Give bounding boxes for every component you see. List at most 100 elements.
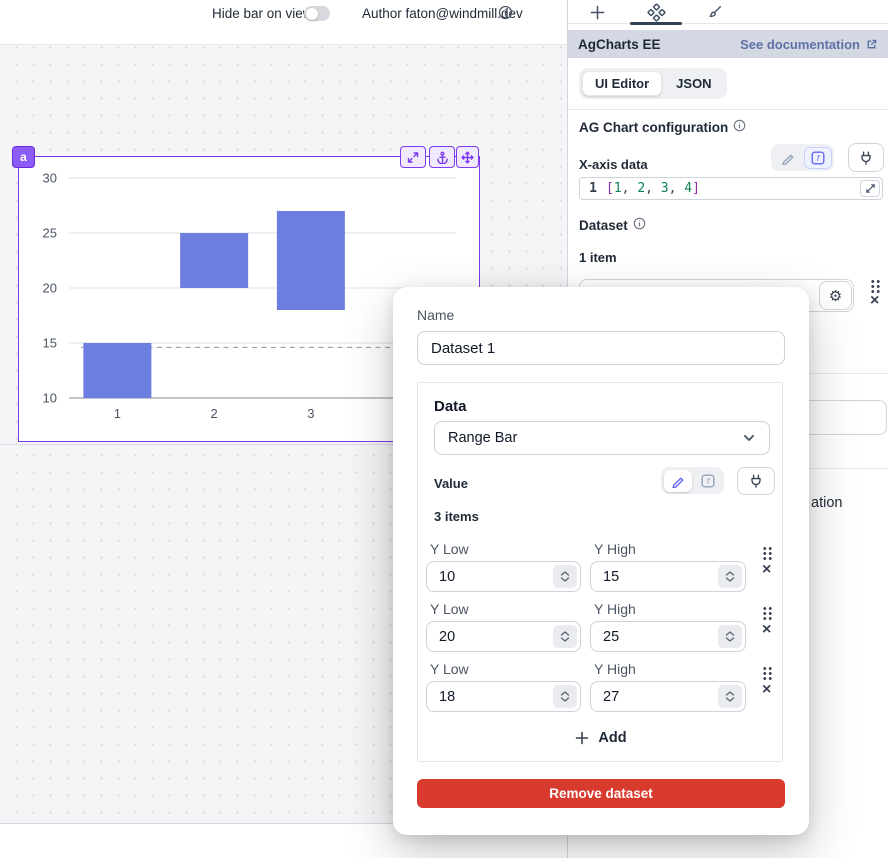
author-info-icon[interactable] xyxy=(498,5,513,25)
static-pencil-button[interactable] xyxy=(664,470,692,492)
row-close-icon[interactable]: × xyxy=(762,623,771,637)
stepper-icon[interactable] xyxy=(718,685,742,708)
range-bar xyxy=(277,211,345,310)
pencil-icon xyxy=(781,151,795,165)
panel-tabbar xyxy=(568,0,888,24)
expand-component-button[interactable] xyxy=(400,146,426,168)
x-axis-label: X-axis data xyxy=(579,157,648,172)
tab-styling[interactable] xyxy=(703,3,725,22)
dataset-drag-handle-icon[interactable] xyxy=(869,278,880,293)
stepper-icon[interactable] xyxy=(553,625,577,648)
brush-icon xyxy=(705,4,723,22)
dataset-gear-button[interactable]: ⚙ xyxy=(819,281,852,310)
dataset-info-icon[interactable] xyxy=(633,217,646,233)
row-drag-handle-icon[interactable] xyxy=(761,665,772,680)
stepper-icon[interactable] xyxy=(718,625,742,648)
hide-bar-toggle[interactable] xyxy=(304,6,330,21)
chart-type-select[interactable]: Range Bar xyxy=(434,421,770,455)
tab-ui-editor[interactable]: UI Editor xyxy=(582,71,662,96)
config-info-icon[interactable] xyxy=(733,119,746,135)
dataset-modal: Name Data Range Bar Value f 3 it xyxy=(393,287,809,835)
y-high-label: Y High xyxy=(594,601,636,617)
stepper-icon[interactable] xyxy=(718,565,742,588)
range-bar xyxy=(83,343,151,398)
function-icon: f xyxy=(701,474,715,488)
row-close-icon[interactable]: × xyxy=(762,563,771,577)
dataset-count: 1 item xyxy=(579,250,617,265)
component-title: AgCharts EE xyxy=(578,37,661,52)
move-icon xyxy=(461,151,474,164)
divider xyxy=(568,109,888,110)
x-tick-label: 3 xyxy=(307,406,314,421)
maximize-icon xyxy=(406,151,420,164)
expand-editor-button[interactable] xyxy=(860,180,880,197)
eval-function-button[interactable]: f xyxy=(694,470,722,492)
topbar: Hide bar on view Author faton@windmill.d… xyxy=(0,0,567,44)
pencil-icon xyxy=(671,474,685,488)
connect-plug-button[interactable] xyxy=(737,467,775,495)
code-line-number: 1 xyxy=(580,181,606,196)
move-component-button[interactable] xyxy=(456,146,479,168)
plug-icon xyxy=(748,473,764,489)
y-low-field xyxy=(426,561,581,592)
config-section-title: AG Chart configuration xyxy=(579,119,746,135)
row-drag-handle-icon[interactable] xyxy=(761,545,772,560)
active-tab-underline xyxy=(630,22,682,25)
y-high-label: Y High xyxy=(594,541,636,557)
connect-plug-button[interactable] xyxy=(848,143,884,172)
stepper-icon[interactable] xyxy=(553,685,577,708)
y-low-label: Y Low xyxy=(430,541,469,557)
expand-diagonal-icon xyxy=(865,183,876,194)
range-bar xyxy=(180,233,248,288)
tab-insert[interactable] xyxy=(586,3,608,22)
dataset-section-title: Dataset xyxy=(579,217,646,233)
x-axis-code-editor[interactable]: 1 [1, 2, 3, 4] xyxy=(579,177,883,200)
row-close-icon[interactable]: × xyxy=(762,683,771,697)
x-tick-label: 2 xyxy=(211,406,218,421)
hide-bar-label: Hide bar on view xyxy=(212,6,313,22)
plus-icon xyxy=(589,4,606,21)
component-id-badge: a xyxy=(12,146,35,168)
y-high-field xyxy=(590,561,746,592)
stepper-icon[interactable] xyxy=(553,565,577,588)
name-label: Name xyxy=(417,307,454,323)
data-label: Data xyxy=(434,398,467,415)
y-low-field xyxy=(426,681,581,712)
y-tick-label: 30 xyxy=(43,171,57,186)
value-label: Value xyxy=(434,476,468,491)
y-high-label: Y High xyxy=(594,661,636,677)
occluded-text-fragment: ation xyxy=(811,495,842,511)
row-drag-handle-icon[interactable] xyxy=(761,605,772,620)
svg-text:f: f xyxy=(706,476,710,486)
y-tick-label: 15 xyxy=(43,336,57,351)
eval-function-button[interactable]: f xyxy=(804,147,832,169)
see-documentation-link[interactable]: See documentation xyxy=(740,37,878,52)
y-high-field xyxy=(590,681,746,712)
remove-dataset-button[interactable]: Remove dataset xyxy=(417,779,785,808)
y-low-label: Y Low xyxy=(430,601,469,617)
y-low-field xyxy=(426,621,581,652)
toggle-knob xyxy=(306,8,318,20)
y-tick-label: 20 xyxy=(43,281,57,296)
chart-type-value: Range Bar xyxy=(448,430,517,446)
function-icon: f xyxy=(811,151,825,165)
anchor-icon xyxy=(436,151,449,164)
external-link-icon xyxy=(865,38,878,51)
items-count: 3 items xyxy=(434,509,479,524)
tab-settings[interactable] xyxy=(645,3,667,22)
dataset-name-input[interactable] xyxy=(417,331,785,365)
value-input-mode-group: f xyxy=(661,467,724,494)
app-editor: Hide bar on view Author faton@windmill.d… xyxy=(0,0,888,858)
y-low-label: Y Low xyxy=(430,661,469,677)
components-icon xyxy=(647,3,666,22)
y-tick-label: 25 xyxy=(43,226,57,241)
anchor-component-button[interactable] xyxy=(429,146,455,168)
y-tick-label: 10 xyxy=(43,391,57,406)
plug-icon xyxy=(858,150,874,166)
dataset-close-icon[interactable]: × xyxy=(870,294,879,308)
tab-json[interactable]: JSON xyxy=(664,71,723,96)
static-pencil-button[interactable] xyxy=(774,147,802,169)
svg-text:f: f xyxy=(816,153,820,163)
editor-mode-tabs: UI Editor JSON xyxy=(579,68,727,99)
add-item-button[interactable]: Add xyxy=(417,730,785,746)
